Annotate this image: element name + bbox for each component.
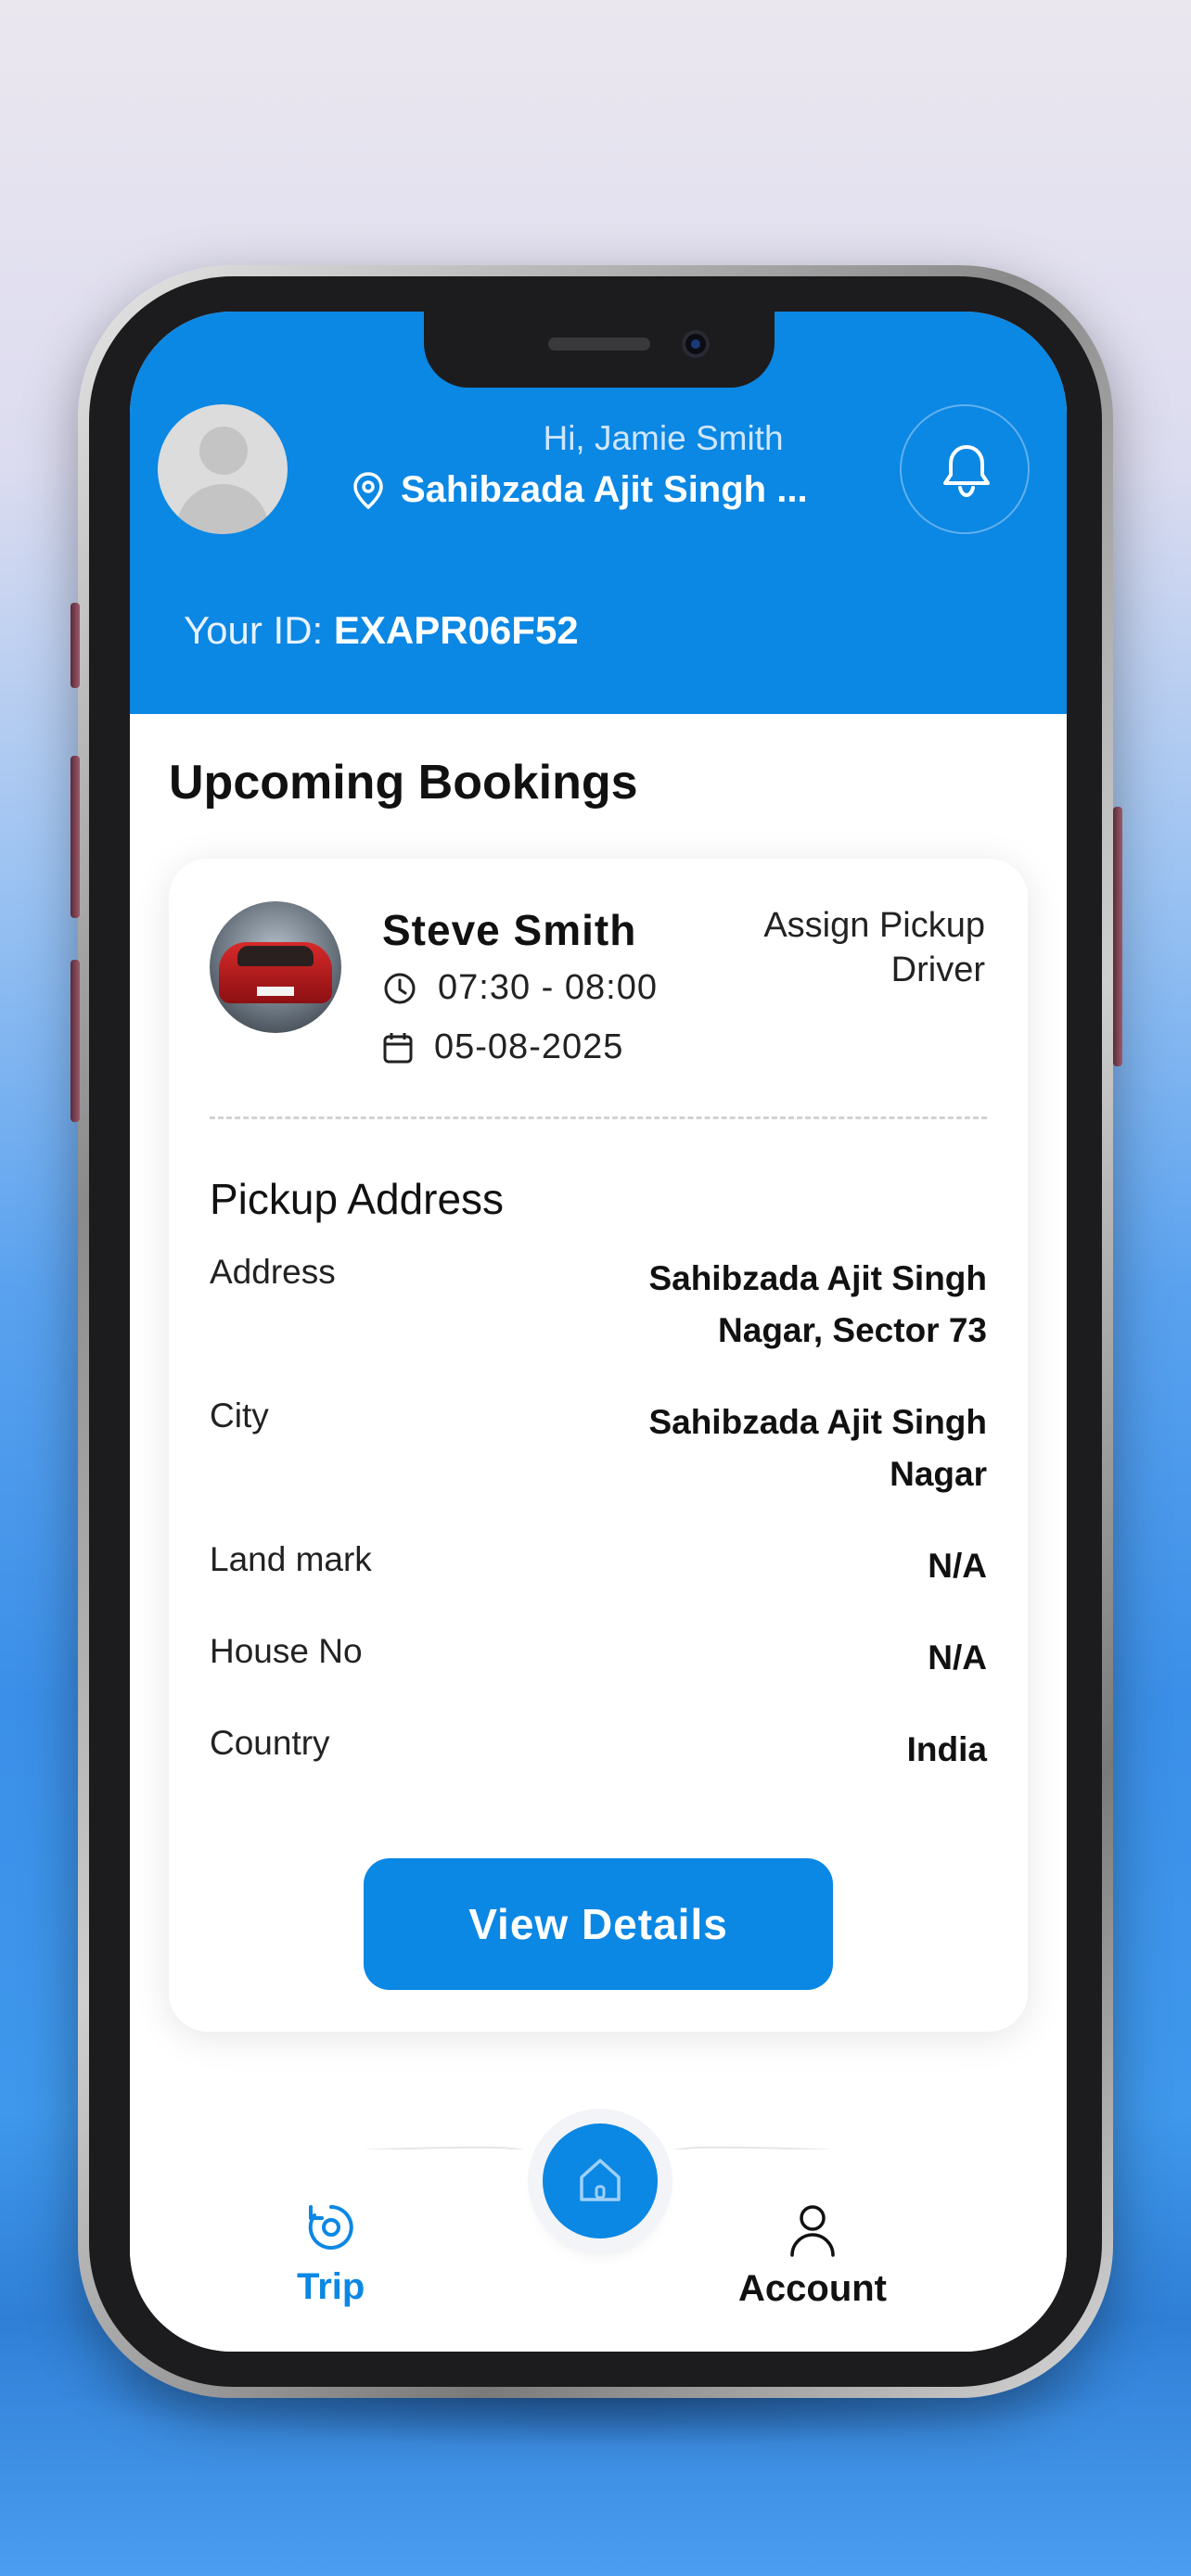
view-details-button[interactable]: View Details xyxy=(364,1858,833,1990)
location-pin-icon xyxy=(353,471,383,509)
field-value: Sahibzada Ajit Singh Nagar, Sector 73 xyxy=(648,1259,987,1349)
field-label: City xyxy=(210,1396,269,1435)
notification-button[interactable] xyxy=(900,404,1030,534)
phone-notch xyxy=(424,312,775,388)
field-row-landmark: Land mark N/A xyxy=(210,1540,987,1592)
bell-icon xyxy=(943,445,990,498)
nav-account[interactable]: Account xyxy=(738,2203,887,2310)
nav-trip-label: Trip xyxy=(297,2266,365,2307)
assign-pickup-driver-link[interactable]: Assign Pickup Driver xyxy=(707,903,985,992)
account-icon xyxy=(790,2205,835,2257)
date-text: 05-08-2025 xyxy=(434,1027,624,1066)
nav-account-label: Account xyxy=(738,2268,887,2309)
speaker-grille xyxy=(548,338,650,351)
field-value: India xyxy=(906,1730,987,1768)
avatar-body xyxy=(176,484,269,534)
field-value: Sahibzada Ajit Singh Nagar xyxy=(648,1403,987,1493)
user-id: Your ID: EXAPR06F52 xyxy=(184,608,579,653)
user-id-value: EXAPR06F52 xyxy=(333,608,579,652)
field-row-house-no: House No N/A xyxy=(210,1632,987,1684)
nav-trip[interactable]: Trip xyxy=(297,2198,365,2308)
car-plate xyxy=(257,987,294,996)
customer-name: Steve Smith xyxy=(382,906,637,954)
section-title: Upcoming Bookings xyxy=(169,756,638,810)
pickup-address-title: Pickup Address xyxy=(210,1175,505,1223)
field-label: Country xyxy=(210,1724,330,1762)
side-button-left-3 xyxy=(70,960,80,1122)
field-value: N/A xyxy=(928,1639,987,1677)
field-row-address: Address Sahibzada Ajit Singh Nagar, Sect… xyxy=(210,1253,987,1357)
booking-card[interactable]: Steve Smith Assign Pickup Driver 07:30 -… xyxy=(169,859,1028,2032)
car-thumbnail xyxy=(210,901,341,1033)
field-row-city: City Sahibzada Ajit Singh Nagar xyxy=(210,1396,987,1500)
field-label: Land mark xyxy=(210,1540,372,1578)
location-text: Sahibzada Ajit Singh ... xyxy=(401,469,808,510)
home-icon xyxy=(580,2159,621,2201)
calendar-icon xyxy=(383,1032,413,1063)
side-button-left-1 xyxy=(70,603,80,688)
field-row-country: Country India xyxy=(210,1724,987,1776)
location-selector[interactable]: Sahibzada Ajit Singh ... xyxy=(352,469,808,511)
app-screen: Hi, Jamie Smith Sahibzada Ajit Singh ...… xyxy=(130,312,1067,2352)
side-button-right xyxy=(1113,807,1122,1066)
field-label: Address xyxy=(210,1253,336,1291)
booking-time: 07:30 - 08:00 xyxy=(382,968,658,1008)
divider xyxy=(210,1116,987,1119)
side-button-left-2 xyxy=(70,756,80,918)
trip-icon xyxy=(308,2205,353,2250)
field-label: House No xyxy=(210,1632,363,1670)
booking-date: 05-08-2025 xyxy=(382,1027,623,1067)
clock-icon xyxy=(384,973,416,1003)
time-text: 07:30 - 08:00 xyxy=(438,968,658,1007)
user-id-label: Your ID: xyxy=(184,608,324,652)
field-value: N/A xyxy=(928,1547,987,1585)
front-camera xyxy=(682,330,710,358)
home-button[interactable] xyxy=(543,2123,658,2238)
car-windshield xyxy=(237,946,314,966)
